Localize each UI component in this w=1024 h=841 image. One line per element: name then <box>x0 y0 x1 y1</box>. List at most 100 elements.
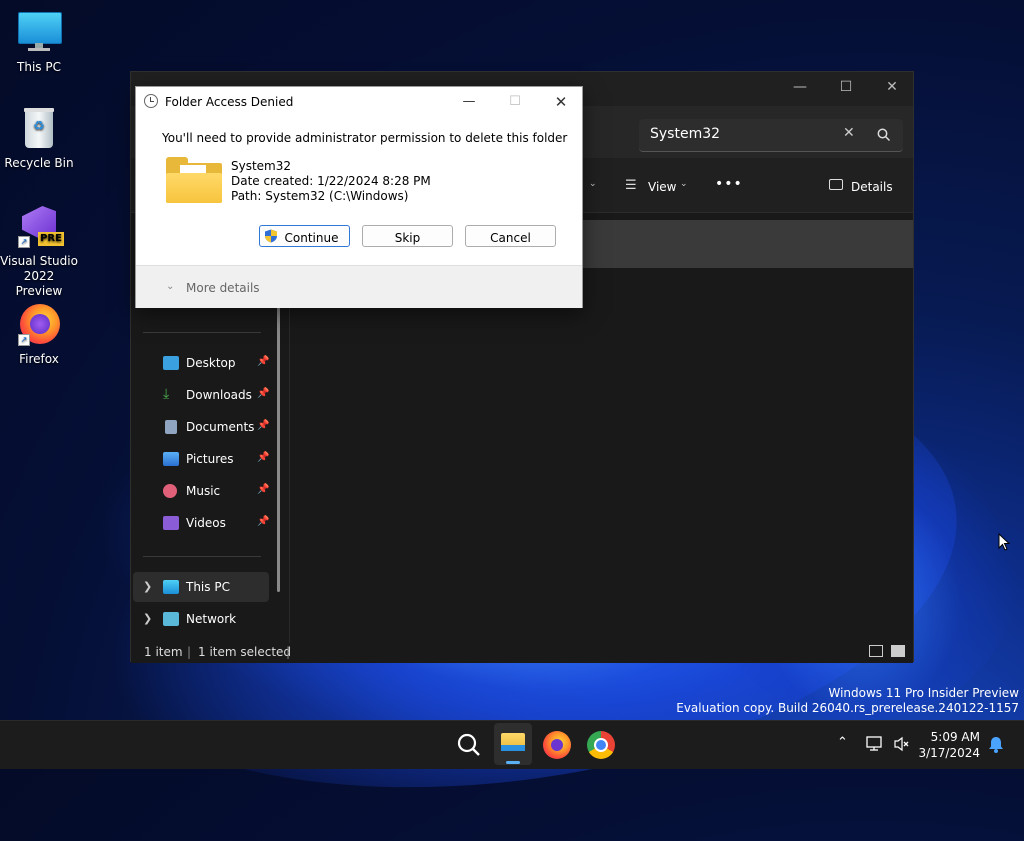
search-icon[interactable] <box>877 128 891 142</box>
shortcut-arrow-icon: ↗ <box>18 236 30 248</box>
nav-item-label: Videos <box>186 516 226 530</box>
more-options-button[interactable]: ••• <box>715 176 743 192</box>
clock-time: 5:09 AM <box>930 730 980 744</box>
nav-item-documents[interactable]: Documents 📌 <box>141 412 271 442</box>
preview-badge: PRE <box>38 232 64 246</box>
pin-icon[interactable]: 📌 <box>257 484 269 495</box>
notification-bell-icon[interactable] <box>988 736 1004 754</box>
nav-item-label: Music <box>186 484 221 498</box>
video-icon <box>163 516 179 530</box>
desktop-icon-label-line2: 2022 Preview <box>15 269 63 298</box>
maximize-button[interactable]: ☐ <box>823 72 869 102</box>
nav-item-this-pc[interactable]: ❯ This PC <box>133 572 269 602</box>
desktop-icon-recycle-bin[interactable]: ♻ Recycle Bin <box>0 106 78 171</box>
view-icon: ☰ <box>625 178 637 193</box>
close-button[interactable]: ✕ <box>869 72 915 102</box>
item-count: 1 item <box>144 645 183 659</box>
chrome-icon[interactable] <box>587 731 615 759</box>
folder-icon-accent <box>501 745 525 751</box>
folder-icon <box>166 157 222 203</box>
chevron-down-icon[interactable]: ⌄ <box>589 179 597 189</box>
nav-item-pictures[interactable]: Pictures 📌 <box>141 444 271 474</box>
network-icon <box>163 612 179 626</box>
firefox-icon[interactable] <box>543 731 571 759</box>
status-bar: 1 item | 1 item selected | <box>131 643 913 663</box>
network-status-icon[interactable] <box>866 736 884 752</box>
nav-item-label: Desktop <box>186 356 236 370</box>
monitor-icon <box>16 10 62 56</box>
monitor-icon <box>163 580 179 594</box>
status-divider: | <box>187 645 192 659</box>
pin-icon[interactable]: 📌 <box>257 452 269 463</box>
desktop-icon-label-line1: Visual Studio <box>0 254 78 268</box>
speaker-muted-icon[interactable] <box>893 736 911 752</box>
music-icon <box>163 484 177 498</box>
minimize-button[interactable]: — <box>777 72 823 102</box>
desktop-icon-firefox[interactable]: ↗ Firefox <box>0 302 78 367</box>
recycle-bin-icon: ♻ <box>16 106 62 152</box>
pin-icon[interactable]: 📌 <box>257 420 269 431</box>
status-divider: | <box>286 645 291 659</box>
continue-label: Continue <box>284 231 339 245</box>
nav-item-label: Network <box>186 612 237 626</box>
desktop-icon-label: Recycle Bin <box>4 156 74 170</box>
nav-item-network[interactable]: ❯ Network <box>133 604 269 634</box>
desktop-icon-visual-studio[interactable]: PRE ↗ Visual Studio 2022 Preview <box>0 204 78 299</box>
chevron-right-icon[interactable]: ❯ <box>143 580 152 593</box>
clock[interactable]: 5:09 AM 3/17/2024 <box>918 729 980 761</box>
pin-icon[interactable]: 📌 <box>257 516 269 527</box>
nav-item-videos[interactable]: Videos 📌 <box>141 508 271 538</box>
maximize-button: ☐ <box>509 94 521 109</box>
search-icon[interactable] <box>455 731 483 759</box>
nav-separator <box>143 332 261 333</box>
details-view-icon[interactable] <box>869 645 883 657</box>
nav-item-downloads[interactable]: ⤓ Downloads 📌 <box>141 380 271 410</box>
pane-divider <box>289 268 290 643</box>
pin-icon[interactable]: 📌 <box>257 388 269 399</box>
desktop-icon-this-pc[interactable]: This PC <box>0 10 78 75</box>
nav-separator <box>143 556 261 557</box>
dialog-footer: ⌄ More details <box>136 265 582 308</box>
search-input[interactable]: System32 <box>650 126 720 142</box>
chevron-right-icon[interactable]: ❯ <box>143 612 152 625</box>
search-box[interactable]: System32 ✕ <box>639 119 903 152</box>
document-icon <box>165 420 177 434</box>
clock-icon <box>144 94 158 108</box>
clear-search-icon[interactable]: ✕ <box>843 125 855 141</box>
folder-access-denied-dialog: Folder Access Denied — ☐ ✕ You'll need t… <box>135 86 583 308</box>
chevron-up-icon[interactable]: ⌃ <box>837 735 848 750</box>
more-details-link[interactable]: More details <box>186 281 260 295</box>
folder-info: System32 Date created: 1/22/2024 8:28 PM… <box>231 159 431 204</box>
nav-item-label: Documents <box>186 420 255 434</box>
desktop-icon-label: Firefox <box>19 352 59 366</box>
folder-name: System32 <box>231 159 292 173</box>
uac-shield-icon <box>265 229 277 243</box>
tiles-view-icon[interactable] <box>891 645 905 657</box>
firefox-icon: ↗ <box>16 302 62 348</box>
watermark-line1: Windows 11 Pro Insider Preview <box>828 686 1019 700</box>
close-button[interactable]: ✕ <box>538 87 584 117</box>
folder-path: Path: System32 (C:\Windows) <box>231 189 409 203</box>
skip-button[interactable]: Skip <box>362 225 453 247</box>
nav-item-label: Downloads <box>186 388 252 402</box>
pictures-icon <box>163 452 179 466</box>
chevron-down-icon[interactable]: ⌄ <box>166 281 174 292</box>
selected-count: 1 item selected <box>198 645 292 659</box>
dialog-message: You'll need to provide administrator per… <box>162 131 568 145</box>
clock-date: 3/17/2024 <box>918 746 980 760</box>
nav-item-desktop[interactable]: Desktop 📌 <box>141 348 271 378</box>
pin-icon[interactable]: 📌 <box>257 356 269 367</box>
details-pane-icon <box>829 179 843 190</box>
dialog-title: Folder Access Denied <box>165 95 294 109</box>
watermark-line2: Evaluation copy. Build 26040.rs_prerelea… <box>676 701 1019 715</box>
shortcut-arrow-icon: ↗ <box>18 334 30 346</box>
active-indicator <box>506 761 520 764</box>
nav-item-label: Pictures <box>186 452 234 466</box>
file-explorer-taskbar-button[interactable] <box>494 723 532 765</box>
cancel-button[interactable]: Cancel <box>465 225 556 247</box>
minimize-button[interactable]: — <box>446 87 492 117</box>
visual-studio-icon: PRE ↗ <box>16 204 64 250</box>
folder-date-created: Date created: 1/22/2024 8:28 PM <box>231 174 431 188</box>
continue-button[interactable]: Continue <box>259 225 350 247</box>
nav-item-music[interactable]: Music 📌 <box>141 476 271 506</box>
